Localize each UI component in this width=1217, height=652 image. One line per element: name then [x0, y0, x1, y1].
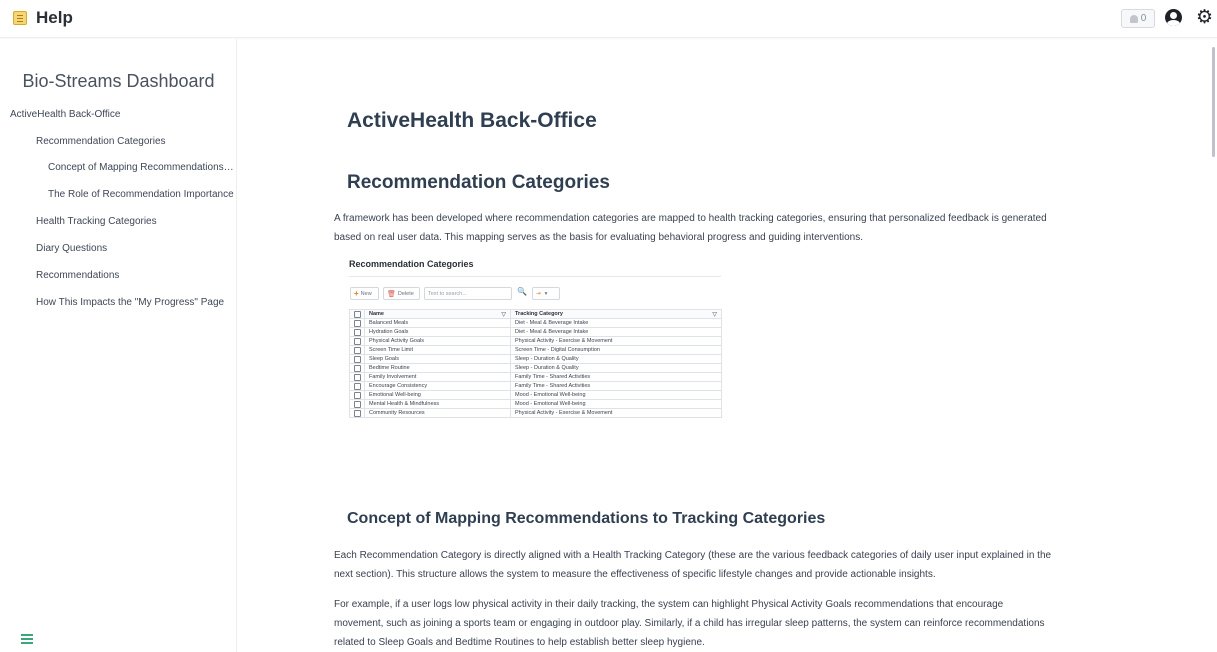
table-row: Physical Activity Goals Physical Activity… — [349, 336, 722, 346]
recommendation-categories-screenshot: Recommendation Categories + New 🗑 Delete… — [349, 259, 724, 473]
table-row: Sleep Goals Sleep - Duration & Quality — [349, 354, 722, 364]
recommendation-categories-table: Name ▽ Tracking Category ▽ Balanced Meals D… — [349, 309, 722, 418]
row-checkbox — [353, 400, 361, 408]
cell-tracking-category: Family Time - Shared Activities — [510, 372, 722, 382]
divider — [349, 276, 721, 277]
delete-button-label: Delete — [397, 290, 414, 297]
cell-name: Family Involvement — [364, 372, 511, 382]
sidebar-item-my-progress-impact[interactable]: How This Impacts the "My Progress" Page — [36, 297, 232, 308]
user-account-icon[interactable] — [1165, 9, 1182, 26]
cell-name: Emotional Well-being — [364, 390, 511, 400]
row-checkbox — [353, 382, 361, 390]
filter-icon: ▽ — [712, 311, 717, 318]
page-title: Help — [36, 8, 73, 27]
cell-tracking-category: Family Time - Shared Activities — [510, 381, 722, 391]
cell-tracking-category: Diet - Meal & Beverage Intake — [510, 327, 722, 337]
heading-activehealth-back-office: ActiveHealth Back-Office — [347, 109, 597, 132]
scrollbar-thumb[interactable] — [1212, 47, 1215, 157]
table-row: Screen Time Limit Screen Time - Digital C… — [349, 345, 722, 355]
cell-tracking-category: Sleep - Duration & Quality — [510, 363, 722, 373]
sidebar-item-recommendation-importance[interactable]: The Role of Recommendation Importance — [48, 189, 234, 200]
table-row: Balanced Meals Diet - Meal & Beverage Int… — [349, 318, 722, 328]
paragraph-1-line-1: Each Recommendation Category is directly… — [334, 550, 1052, 561]
top-bar: Help 0 ⚙ — [0, 0, 1217, 38]
sidebar-item-diary-questions[interactable]: Diary Questions — [36, 243, 232, 254]
chevron-down-icon: ▾ — [544, 290, 548, 297]
cell-tracking-category: Diet - Meal & Beverage Intake — [510, 318, 722, 328]
table-row: Bedtime Routine Sleep - Duration & Qualit… — [349, 363, 722, 373]
heading-concept-of-mapping: Concept of Mapping Recommendations to Tr… — [347, 510, 826, 527]
cell-tracking-category: Mood - Emotional Well-being — [510, 390, 722, 400]
intro-line-2: based on real user data. This mapping se… — [334, 232, 864, 243]
paragraph-1-line-2: next section). This structure allows the… — [334, 569, 936, 580]
table-row: Encourage Consistency Family Time - Share… — [349, 381, 722, 391]
sidebar-item-recommendation-categories[interactable]: Recommendation Categories — [36, 136, 232, 147]
table-row: Mental Health & Mindfulness Mood - Emotio… — [349, 399, 722, 409]
hamburger-menu-icon[interactable] — [21, 634, 33, 644]
gear-icon[interactable]: ⚙ — [1196, 7, 1213, 27]
sidebar-item-concept-of-mapping[interactable]: Concept of Mapping Recommendations t... — [48, 162, 234, 173]
export-icon: ⇥ — [536, 290, 541, 297]
paragraph-2-line-3: related to Sleep Goals and Bedtime Routi… — [334, 637, 705, 648]
column-header-tracking-category: Tracking Category ▽ — [510, 309, 722, 319]
delete-button: 🗑 Delete — [383, 287, 420, 300]
column-header-name: Name ▽ — [364, 309, 511, 319]
row-checkbox — [353, 337, 361, 345]
cell-name: Screen Time Limit — [364, 345, 511, 355]
cell-name: Balanced Meals — [364, 318, 511, 328]
plus-icon: + — [354, 289, 359, 298]
cell-tracking-category: Sleep - Duration & Quality — [510, 354, 722, 364]
cell-tracking-category: Physical Activity - Exercise & Movement — [510, 408, 722, 418]
sidebar-item-recommendations[interactable]: Recommendations — [36, 270, 232, 281]
cell-name: Physical Activity Goals — [364, 336, 511, 346]
main-content: ActiveHealth Back-Office Recommendation … — [238, 39, 1208, 652]
help-book-icon — [13, 11, 27, 25]
trash-icon: 🗑 — [387, 290, 396, 298]
cell-name: Hydration Goals — [364, 327, 511, 337]
table-row: Family Involvement Family Time - Shared A… — [349, 372, 722, 382]
export-dropdown: ⇥ ▾ — [532, 287, 560, 300]
row-checkbox — [353, 391, 361, 399]
cell-name: Mental Health & Mindfulness — [364, 399, 511, 409]
select-all-checkbox — [353, 310, 361, 318]
heading-recommendation-categories: Recommendation Categories — [347, 172, 610, 193]
paragraph-2-line-1: For example, if a user logs low physical… — [334, 599, 1004, 610]
row-checkbox — [353, 373, 361, 381]
row-checkbox — [353, 409, 361, 417]
sidebar-title: Bio-Streams Dashboard — [22, 71, 215, 91]
new-button-label: New — [360, 290, 372, 297]
cell-tracking-category: Screen Time - Digital Consumption — [510, 345, 722, 355]
cell-name: Bedtime Routine — [364, 363, 511, 373]
row-checkbox — [353, 355, 361, 363]
cell-name: Community Resources — [364, 408, 511, 418]
filter-icon: ▽ — [501, 311, 506, 318]
table-header-row: Name ▽ Tracking Category ▽ — [349, 309, 722, 319]
sidebar-item-activehealth-back-office[interactable]: ActiveHealth Back-Office — [10, 109, 230, 120]
cell-name: Encourage Consistency — [364, 381, 511, 391]
paragraph-2-line-2: movement, such as joining a sports team … — [334, 618, 1045, 629]
cell-tracking-category: Physical Activity - Exercise & Movement — [510, 336, 722, 346]
cell-tracking-category: Mood - Emotional Well-being — [510, 399, 722, 409]
table-row: Community Resources Physical Activity - E… — [349, 408, 722, 418]
search-icon: 🔍 — [517, 287, 527, 296]
notification-count: 0 — [1140, 13, 1147, 24]
table-row: Hydration Goals Diet - Meal & Beverage In… — [349, 327, 722, 337]
intro-line-1: A framework has been developed where rec… — [334, 213, 1047, 224]
new-button: + New — [350, 287, 379, 300]
row-checkbox — [353, 319, 361, 327]
cell-name: Sleep Goals — [364, 354, 511, 364]
grid-title: Recommendation Categories — [349, 259, 474, 269]
sidebar: Bio-Streams Dashboard ActiveHealth Back-… — [0, 39, 237, 652]
row-checkbox — [353, 364, 361, 372]
grid-search-input: Text to search... — [424, 287, 512, 300]
bell-icon — [1129, 14, 1138, 23]
notifications-button[interactable]: 0 — [1121, 9, 1155, 28]
row-checkbox — [353, 328, 361, 336]
row-checkbox — [353, 346, 361, 354]
sidebar-item-health-tracking-categories[interactable]: Health Tracking Categories — [36, 216, 232, 227]
grid-search-placeholder: Text to search... — [428, 290, 467, 297]
table-row: Emotional Well-being Mood - Emotional Wel… — [349, 390, 722, 400]
